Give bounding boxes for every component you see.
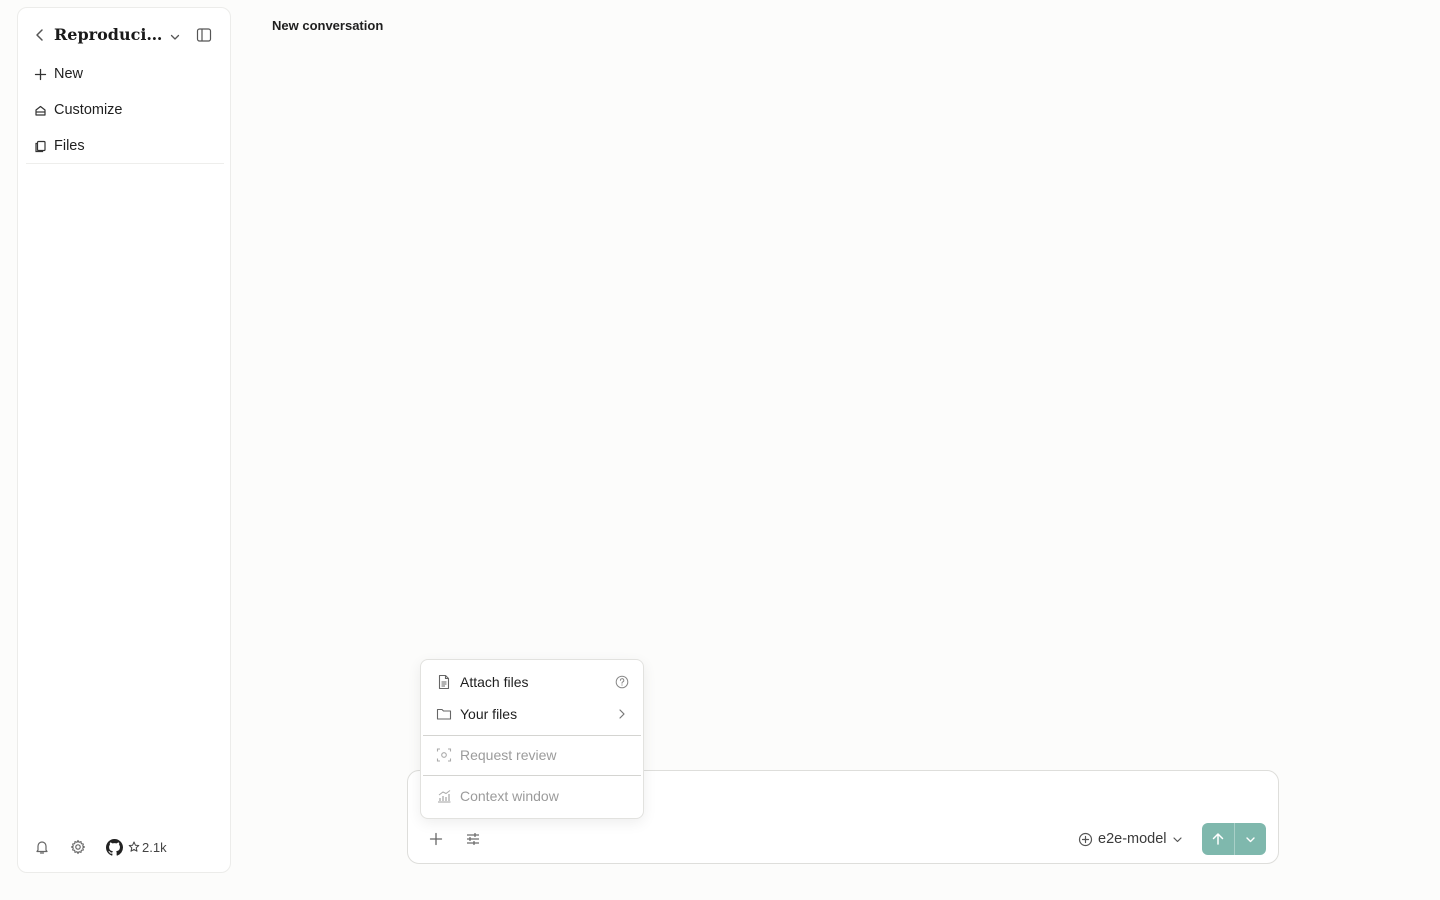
files-icon [34, 140, 47, 153]
page-title: New conversation [272, 18, 384, 33]
help-icon[interactable] [615, 675, 629, 689]
sidebar-item-label: New [54, 66, 84, 82]
menu-item-label: Your files [460, 706, 518, 722]
sidebar-item-label: Files [54, 138, 85, 154]
sidebar-header: Reproducibl... [18, 22, 230, 50]
chart-icon [436, 788, 452, 804]
github-stars-link[interactable]: 2.1k [106, 838, 167, 856]
menu-divider [423, 775, 641, 776]
menu-item-label: Context window [460, 788, 559, 804]
model-icon [1078, 832, 1093, 847]
sidebar-item-files[interactable]: Files [24, 128, 224, 164]
attach-menu: Attach files Your files Request review C… [420, 659, 644, 819]
send-button[interactable] [1202, 823, 1234, 855]
chevron-down-icon[interactable] [169, 30, 181, 42]
add-attachment-icon[interactable] [429, 832, 443, 846]
star-icon [128, 841, 140, 853]
menu-item-context-window: Context window [421, 781, 643, 811]
send-options-button[interactable] [1235, 823, 1266, 855]
github-star-count: 2.1k [142, 839, 167, 855]
sidebar-toggle-icon[interactable] [196, 27, 212, 43]
menu-item-attach-files[interactable]: Attach files [421, 667, 643, 697]
plus-icon [34, 68, 47, 81]
chevron-down-icon [1245, 834, 1256, 845]
sidebar-footer: 2.1k [34, 838, 167, 856]
folder-icon [436, 706, 452, 722]
gear-icon[interactable] [70, 839, 86, 855]
project-name[interactable]: Reproducibl... [54, 25, 166, 44]
tools-settings-icon[interactable] [465, 831, 481, 847]
arrow-up-icon [1211, 832, 1225, 846]
sidebar-item-customize[interactable]: Customize [24, 92, 224, 128]
sidebar-item-label: Customize [54, 102, 123, 118]
sidebar: Reproducibl... New Customize Files [17, 7, 231, 873]
bell-icon[interactable] [34, 839, 50, 855]
menu-item-label: Attach files [460, 674, 529, 690]
sidebar-item-new[interactable]: New [24, 56, 224, 92]
back-icon[interactable] [33, 28, 47, 42]
menu-item-your-files[interactable]: Your files [421, 699, 643, 729]
model-name: e2e-model [1098, 831, 1167, 847]
sidebar-divider [26, 163, 224, 164]
send-button-group [1202, 823, 1266, 855]
chevron-right-icon [615, 707, 629, 721]
sidebar-nav: New Customize Files [24, 56, 224, 164]
github-icon [106, 838, 123, 856]
model-select[interactable]: e2e-model [1078, 829, 1183, 849]
menu-item-request-review: Request review [421, 740, 643, 770]
document-icon [436, 674, 452, 690]
review-icon [436, 747, 452, 763]
menu-item-label: Request review [460, 747, 557, 763]
chevron-down-icon [1172, 834, 1183, 845]
customize-icon [34, 104, 47, 117]
menu-divider [423, 735, 641, 736]
